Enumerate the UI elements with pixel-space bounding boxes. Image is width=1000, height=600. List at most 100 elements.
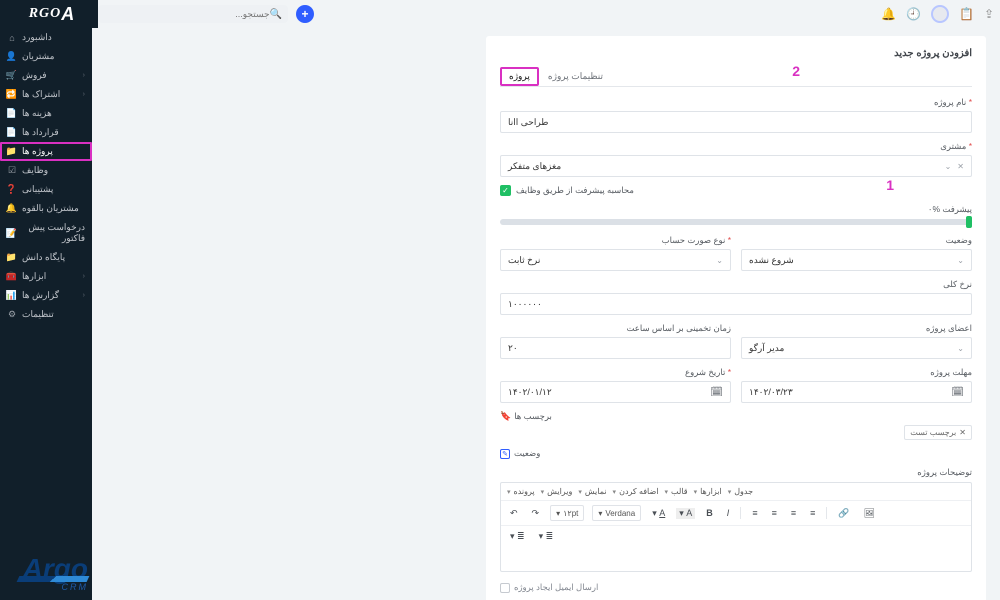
link-button[interactable]: 🔗 — [835, 507, 852, 520]
nav-label: فروش — [22, 70, 47, 81]
estimated-hours-input[interactable]: ۲۰ — [500, 337, 731, 359]
sidebar-item-10[interactable]: 📝درخواست پیش فاکتور — [0, 218, 92, 248]
bell-icon[interactable]: 🔔 — [881, 7, 896, 21]
tab-1[interactable]: تنظیمات پروژه — [539, 67, 612, 86]
font-size-select[interactable]: ۱۲pt ▾ — [550, 505, 584, 521]
project-form-card: افزودن پروژه جدید پروژهتنظیمات پروژه 2 *… — [486, 36, 986, 600]
close-icon[interactable]: ✕ — [959, 428, 966, 437]
main-content: افزودن پروژه جدید پروژهتنظیمات پروژه 2 *… — [92, 0, 1000, 600]
progress-slider[interactable] — [500, 219, 972, 225]
tags-label: 🔖برچسب ها — [500, 411, 972, 422]
sidebar-item-1[interactable]: 👤مشتریان — [0, 47, 92, 66]
chevron-left-icon: ‹ — [83, 292, 85, 299]
numbered-list-button[interactable]: ≣ ▾ — [536, 530, 557, 543]
add-button[interactable]: + — [296, 5, 314, 23]
total-rate-input[interactable]: ۱۰۰۰۰۰۰ — [500, 293, 972, 315]
calendar-icon: 🗓 — [951, 387, 964, 398]
checkmark-icon: ✓ — [500, 185, 511, 196]
tab-0[interactable]: پروژه — [500, 67, 539, 86]
chevron-down-icon: ⌄ — [716, 256, 723, 265]
nav-label: پروژه ها — [22, 146, 53, 157]
sidebar-item-8[interactable]: ❓پشتیبانی — [0, 180, 92, 199]
search-input-wrap[interactable]: 🔍 — [98, 5, 288, 23]
clock-icon[interactable]: 🕘 — [906, 7, 921, 21]
clipboard-icon[interactable]: 📋 — [959, 7, 974, 21]
nav-icon: ☑ — [7, 165, 17, 176]
sidebar-item-4[interactable]: 📄هزینه ها — [0, 104, 92, 123]
image-button[interactable]: 🖼 — [861, 507, 878, 520]
sidebar-item-9[interactable]: 🔔 مشتریان بالقوه — [0, 199, 92, 218]
align-left-button[interactable]: ≡ — [788, 507, 799, 519]
bg-color-button[interactable]: A ▾ — [676, 508, 695, 519]
chevron-left-icon: ‹ — [83, 91, 85, 98]
editor-menu-0[interactable]: پرونده — [507, 487, 535, 496]
rich-text-editor: پرونده ویرایش نمایش اضافه کردن قالب ابزارها جد… — [500, 482, 972, 572]
nav-label: پایگاه دانش — [22, 252, 65, 263]
start-date-input[interactable]: ۱۴۰۲/۰۱/۱۲ 🗓 — [500, 381, 731, 403]
share-icon[interactable]: ⇪ — [984, 7, 994, 21]
billing-type-label: * نوع صورت حساب — [500, 235, 731, 246]
nav-label: مشتریان بالقوه — [22, 203, 79, 214]
sidebar-item-14[interactable]: ⚙تنظیمات — [0, 305, 92, 324]
clear-icon[interactable]: ✕ — [957, 162, 964, 171]
nav-icon: 🔔 — [7, 203, 17, 214]
calendar-icon: 🗓 — [710, 387, 723, 398]
italic-button[interactable]: I — [724, 507, 733, 519]
tag-icon: 🔖 — [500, 411, 511, 422]
sidebar-item-6[interactable]: 📁 پروژه ها — [0, 142, 92, 161]
page-title: افزودن پروژه جدید — [500, 48, 972, 59]
start-date-label: * تاریخ شروع — [500, 367, 731, 378]
chevron-left-icon: ‹ — [83, 72, 85, 79]
align-center-button[interactable]: ≡ — [769, 507, 780, 519]
tag-chip[interactable]: برچسب تست✕ — [904, 425, 972, 440]
progress-label: پیشرفت %۰ — [500, 204, 972, 215]
nav-icon: ⌂ — [7, 33, 17, 43]
sidebar-item-11[interactable]: 📁پایگاه دانش — [0, 248, 92, 267]
sidebar-item-12[interactable]: 🧰ابزارها‹ — [0, 267, 92, 286]
deadline-input[interactable]: ۱۴۰۲/۰۳/۲۳ 🗓 — [741, 381, 972, 403]
customer-select[interactable]: مغزهای متفکر ✕⌄ — [500, 155, 972, 177]
align-right-button[interactable]: ≡ — [749, 507, 760, 519]
font-family-select[interactable]: Verdana ▾ — [592, 505, 641, 521]
sidebar-item-0[interactable]: ⌂ داشبورد — [0, 28, 92, 47]
editor-menu-6[interactable]: جدول — [728, 487, 753, 496]
auto-progress-checkbox[interactable]: ✓ محاسبه پیشرفت از طریق وظایف — [500, 185, 972, 196]
callout-2: 2 — [792, 63, 800, 79]
send-email-checkbox[interactable]: ارسال ایمیل ایجاد پروژه — [500, 582, 972, 593]
edit-icon: ✎ — [500, 449, 510, 459]
avatar[interactable] — [931, 5, 949, 23]
search-input[interactable] — [104, 9, 270, 19]
project-name-label: * نام پروژه — [500, 97, 972, 108]
sidebar-item-2[interactable]: 🛒 فروش ‹ — [0, 66, 92, 85]
billing-type-select[interactable]: نرخ ثابت ⌄ — [500, 249, 731, 271]
visibility-checkbox[interactable]: ✎ وضعیت — [500, 448, 972, 459]
members-select[interactable]: مدیر آرگو ⌄ — [741, 337, 972, 359]
status-select[interactable]: شروع نشده ⌄ — [741, 249, 972, 271]
editor-menu-4[interactable]: قالب — [665, 487, 688, 496]
nav-label: داشبورد — [22, 32, 52, 43]
editor-menu-5[interactable]: ابزارها — [694, 487, 722, 496]
align-justify-button[interactable]: ≡ — [807, 507, 818, 519]
editor-menu-3[interactable]: اضافه کردن — [613, 487, 659, 496]
sidebar-item-13[interactable]: 📊گزارش ها‹ — [0, 286, 92, 305]
status-label: وضعیت — [741, 235, 972, 246]
nav-label: وظایف — [22, 165, 48, 176]
redo-button[interactable]: ↷ — [529, 507, 543, 520]
undo-button[interactable]: ↶ — [507, 507, 521, 520]
editor-menu-2[interactable]: نمایش — [578, 487, 606, 496]
text-color-button[interactable]: A ▾ — [649, 507, 668, 520]
bullet-list-button[interactable]: ≣ ▾ — [507, 530, 528, 543]
sidebar-item-3[interactable]: 🔁اشتراک ها‹ — [0, 85, 92, 104]
nav-label: مشتریان — [22, 51, 54, 62]
editor-menu-1[interactable]: ویرایش — [541, 487, 573, 496]
sidebar-item-7[interactable]: ☑ وظایف — [0, 161, 92, 180]
nav-icon: 🛒 — [7, 70, 17, 81]
editor-body[interactable] — [501, 547, 971, 571]
nav-label: هزینه ها — [22, 108, 52, 119]
bold-button[interactable]: B — [703, 507, 716, 519]
sidebar-item-5[interactable]: 📄قرارداد ها — [0, 123, 92, 142]
project-name-input[interactable]: طراحی اانا — [500, 111, 972, 133]
nav-icon: 📁 — [7, 146, 17, 157]
description-label: توضیحات پروژه — [500, 467, 972, 478]
tabs: پروژهتنظیمات پروژه — [500, 67, 972, 87]
